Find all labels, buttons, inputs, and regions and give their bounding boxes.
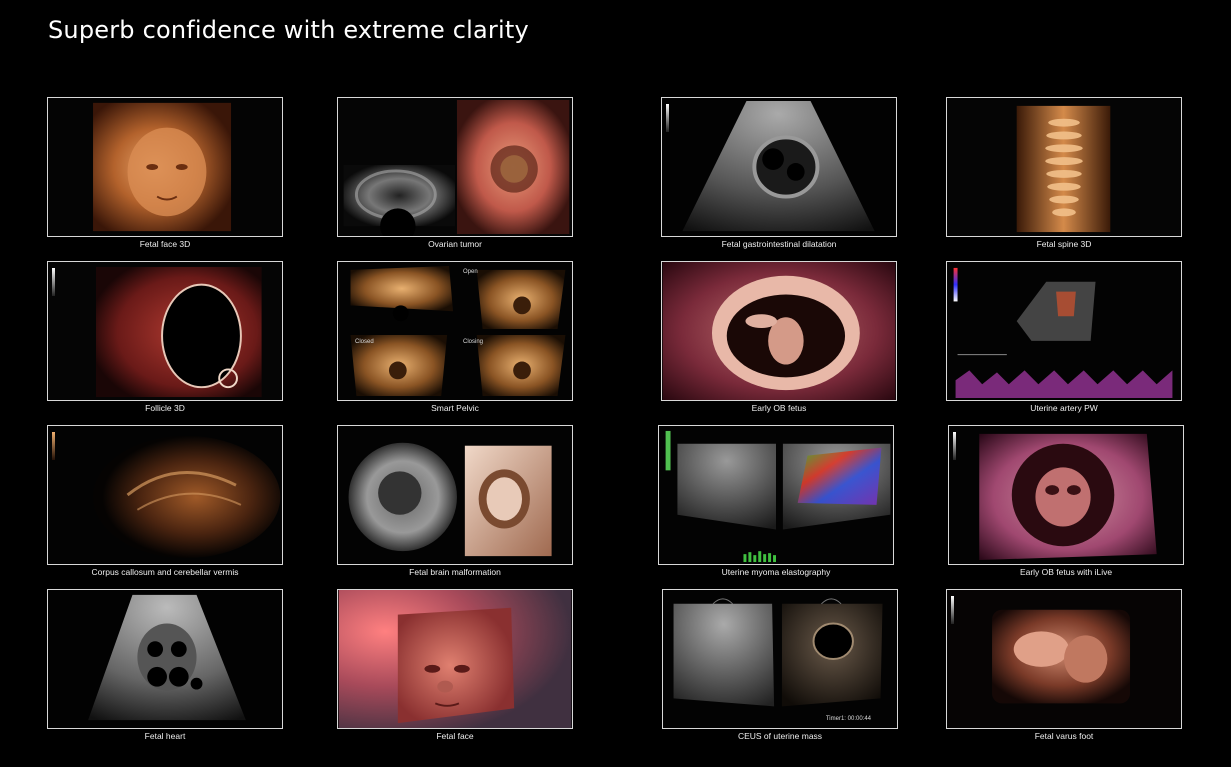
smart-pelvic-label-closed: Closed xyxy=(355,339,374,345)
smart-pelvic-label-closing: Closing xyxy=(463,339,484,345)
image-caption: Uterine artery PW xyxy=(1030,403,1098,413)
smart-pelvic-label-open: Open xyxy=(463,269,478,275)
image-caption: Corpus callosum and cerebellar vermis xyxy=(91,567,239,577)
image-caption: Early OB fetus with iLive xyxy=(1019,567,1113,577)
fetal-gi-render xyxy=(662,98,896,236)
ovarian-tumor-render xyxy=(338,98,572,236)
ultrasound-image xyxy=(658,425,894,565)
corpus-callosum-render xyxy=(48,426,282,564)
image-caption: Fetal varus foot xyxy=(1034,731,1094,741)
fetal-spine-3d-render xyxy=(947,98,1181,236)
ultrasound-image xyxy=(47,589,283,729)
fetal-face-render xyxy=(338,590,572,728)
fetal-face-3d-render xyxy=(48,98,282,236)
ultrasound-image xyxy=(948,425,1184,565)
image-caption: Fetal brain malformation xyxy=(409,567,501,577)
fetal-varus-foot-render xyxy=(947,590,1181,728)
ultrasound-image xyxy=(47,97,283,237)
ultrasound-image xyxy=(946,589,1182,729)
early-ob-ilive-render xyxy=(949,426,1183,564)
fetal-heart-render xyxy=(48,590,282,728)
image-caption: Fetal heart xyxy=(144,731,186,741)
image-caption: Fetal gastrointestinal dilatation xyxy=(721,239,837,249)
uterine-artery-pw-render xyxy=(947,262,1181,400)
gray-scale-bar xyxy=(951,596,954,624)
image-caption: Fetal face xyxy=(436,731,474,741)
ultrasound-image xyxy=(661,97,897,237)
gray-scale-bar xyxy=(666,104,669,132)
ultrasound-image xyxy=(337,425,573,565)
follicle-3d-render xyxy=(48,262,282,400)
ultrasound-image xyxy=(946,261,1182,401)
image-caption: Fetal face 3D xyxy=(139,239,191,249)
gray-scale-bar xyxy=(953,432,956,460)
image-caption: Uterine myoma elastography xyxy=(721,567,831,577)
ultrasound-image: Timer1: 00:00:44 xyxy=(662,589,898,729)
ceus-timer: Timer1: 00:00:44 xyxy=(825,716,871,722)
image-caption: Fetal spine 3D xyxy=(1036,239,1092,249)
smart-pelvic-render xyxy=(338,262,572,400)
ultrasound-image xyxy=(337,589,573,729)
early-ob-fetus-render xyxy=(662,262,896,400)
image-caption: Follicle 3D xyxy=(145,403,185,413)
image-caption: CEUS of uterine mass xyxy=(737,731,823,741)
gray-scale-bar xyxy=(52,432,55,460)
ultrasound-image xyxy=(946,97,1182,237)
ultrasound-image xyxy=(47,425,283,565)
gray-scale-bar xyxy=(52,268,55,296)
ultrasound-image xyxy=(661,261,897,401)
page-title: Superb confidence with extreme clarity xyxy=(48,16,529,44)
elastography-render xyxy=(659,426,893,564)
ultrasound-image: Open Closed Closing xyxy=(337,261,573,401)
fetal-brain-render xyxy=(338,426,572,564)
ultrasound-image xyxy=(337,97,573,237)
ceus-render xyxy=(663,590,897,728)
image-caption: Smart Pelvic xyxy=(431,403,479,413)
image-caption: Early OB fetus xyxy=(751,403,807,413)
ultrasound-image xyxy=(47,261,283,401)
image-caption: Ovarian tumor xyxy=(428,239,482,249)
